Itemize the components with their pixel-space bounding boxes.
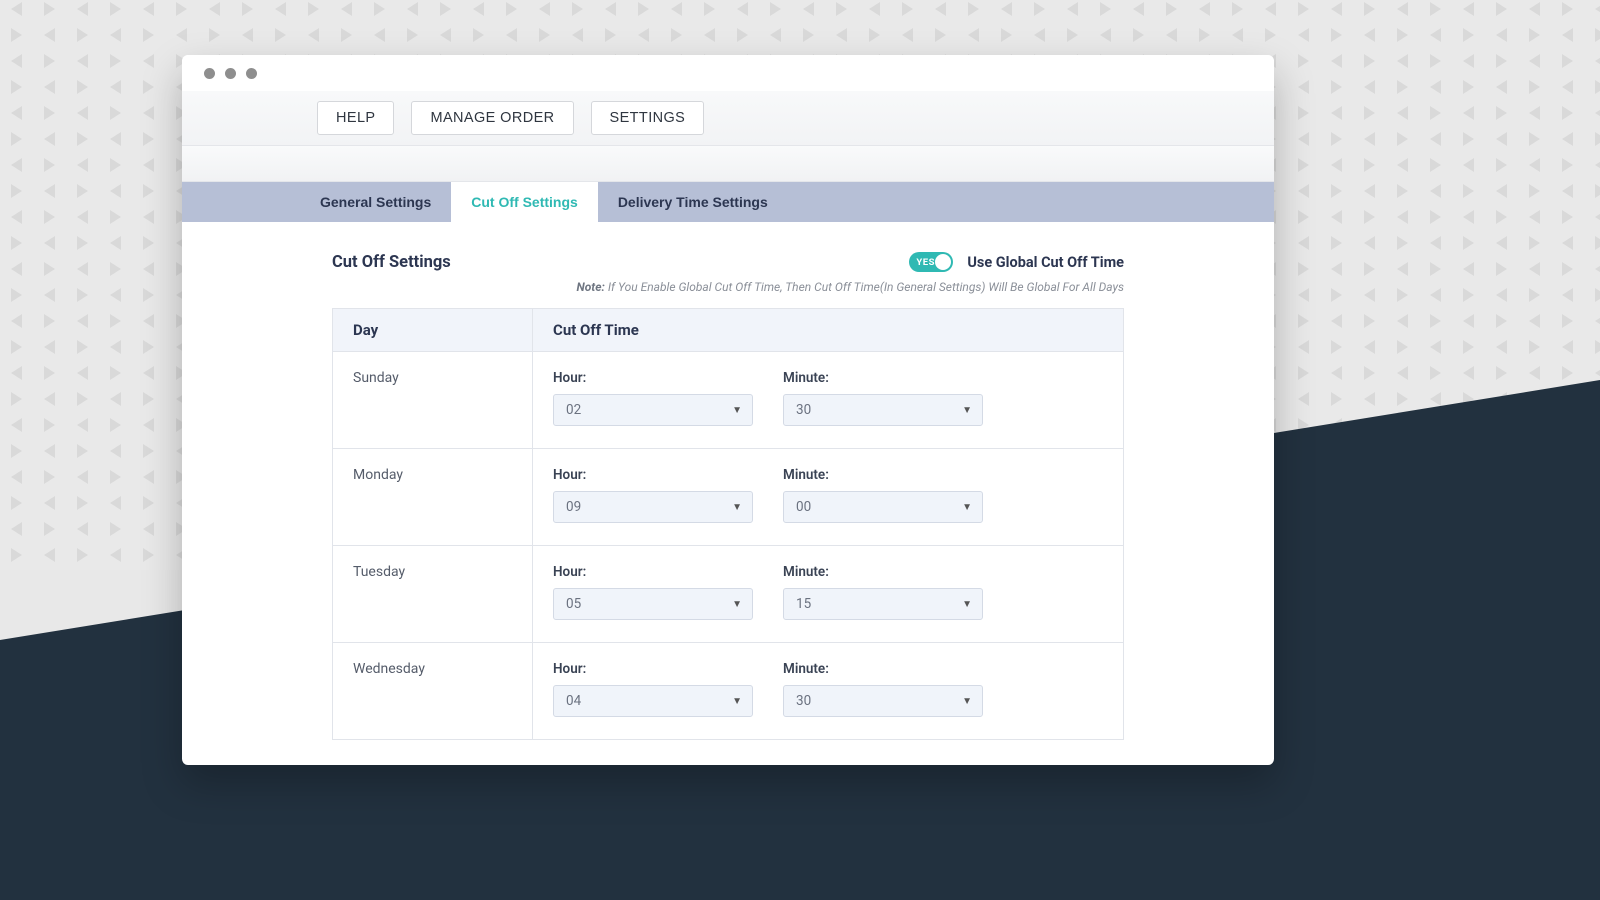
chevron-down-icon: ▼: [962, 405, 972, 416]
toggle-knob-icon: [935, 254, 951, 270]
chevron-down-icon: ▼: [732, 599, 742, 610]
global-cutoff-toggle[interactable]: YES: [909, 252, 953, 272]
time-cell: Hour: 04 ▼ Minute: 30 ▼: [533, 643, 1124, 740]
hour-value: 05: [566, 596, 581, 612]
note-text: Note: If You Enable Global Cut Off Time,…: [332, 280, 1124, 294]
day-cell: Sunday: [333, 352, 533, 449]
minute-value: 30: [796, 693, 811, 709]
table-row: Tuesday Hour: 05 ▼ Minute: 15 ▼: [333, 546, 1124, 643]
window-dot-icon: [246, 68, 257, 79]
minute-value: 00: [796, 499, 811, 515]
day-cell: Wednesday: [333, 643, 533, 740]
tab-general-settings[interactable]: General Settings: [300, 182, 451, 222]
window-chrome: [182, 55, 1274, 91]
chevron-down-icon: ▼: [732, 502, 742, 513]
hour-value: 02: [566, 402, 581, 418]
day-cell: Tuesday: [333, 546, 533, 643]
app-window: HELP MANAGE ORDER SETTINGS General Setti…: [182, 55, 1274, 765]
hour-select[interactable]: 09 ▼: [553, 491, 753, 523]
chevron-down-icon: ▼: [732, 405, 742, 416]
content-area: Cut Off Settings YES Use Global Cut Off …: [182, 222, 1274, 765]
day-cell: Monday: [333, 449, 533, 546]
hour-label: Hour:: [553, 467, 753, 483]
minute-select[interactable]: 00 ▼: [783, 491, 983, 523]
tab-strip: General SettingsCut Off SettingsDelivery…: [182, 182, 1274, 222]
hour-label: Hour:: [553, 564, 753, 580]
page-title: Cut Off Settings: [332, 253, 451, 272]
minute-label: Minute:: [783, 661, 983, 677]
hour-select[interactable]: 02 ▼: [553, 394, 753, 426]
time-cell: Hour: 05 ▼ Minute: 15 ▼: [533, 546, 1124, 643]
chevron-down-icon: ▼: [962, 696, 972, 707]
settings-button[interactable]: SETTINGS: [591, 101, 705, 135]
top-toolbar: HELP MANAGE ORDER SETTINGS: [182, 91, 1274, 146]
table-row: Sunday Hour: 02 ▼ Minute: 30 ▼: [333, 352, 1124, 449]
col-header-time: Cut Off Time: [533, 309, 1124, 352]
note-body: If You Enable Global Cut Off Time, Then …: [608, 280, 1124, 294]
tab-cut-off-settings[interactable]: Cut Off Settings: [451, 182, 598, 222]
manage-order-button[interactable]: MANAGE ORDER: [411, 101, 573, 135]
hour-label: Hour:: [553, 370, 753, 386]
minute-label: Minute:: [783, 467, 983, 483]
table-row: Monday Hour: 09 ▼ Minute: 00 ▼: [333, 449, 1124, 546]
minute-select[interactable]: 15 ▼: [783, 588, 983, 620]
minute-label: Minute:: [783, 370, 983, 386]
cutoff-table: Day Cut Off Time Sunday Hour: 02 ▼ Minute: 30…: [332, 308, 1124, 740]
window-dot-icon: [225, 68, 236, 79]
note-label: Note:: [577, 280, 605, 294]
hour-value: 09: [566, 499, 581, 515]
hour-label: Hour:: [553, 661, 753, 677]
tab-delivery-time-settings[interactable]: Delivery Time Settings: [598, 182, 788, 222]
time-cell: Hour: 02 ▼ Minute: 30 ▼: [533, 352, 1124, 449]
hour-value: 04: [566, 693, 581, 709]
hour-select[interactable]: 05 ▼: [553, 588, 753, 620]
help-button[interactable]: HELP: [317, 101, 394, 135]
sub-toolbar: [182, 146, 1274, 182]
chevron-down-icon: ▼: [962, 599, 972, 610]
table-row: Wednesday Hour: 04 ▼ Minute: 30 ▼: [333, 643, 1124, 740]
col-header-day: Day: [333, 309, 533, 352]
toggle-caption: Use Global Cut Off Time: [967, 254, 1124, 271]
minute-label: Minute:: [783, 564, 983, 580]
minute-select[interactable]: 30 ▼: [783, 394, 983, 426]
chevron-down-icon: ▼: [962, 502, 972, 513]
hour-select[interactable]: 04 ▼: [553, 685, 753, 717]
window-dot-icon: [204, 68, 215, 79]
minute-select[interactable]: 30 ▼: [783, 685, 983, 717]
time-cell: Hour: 09 ▼ Minute: 00 ▼: [533, 449, 1124, 546]
minute-value: 30: [796, 402, 811, 418]
chevron-down-icon: ▼: [732, 696, 742, 707]
minute-value: 15: [796, 596, 811, 612]
toggle-state-label: YES: [912, 257, 935, 268]
